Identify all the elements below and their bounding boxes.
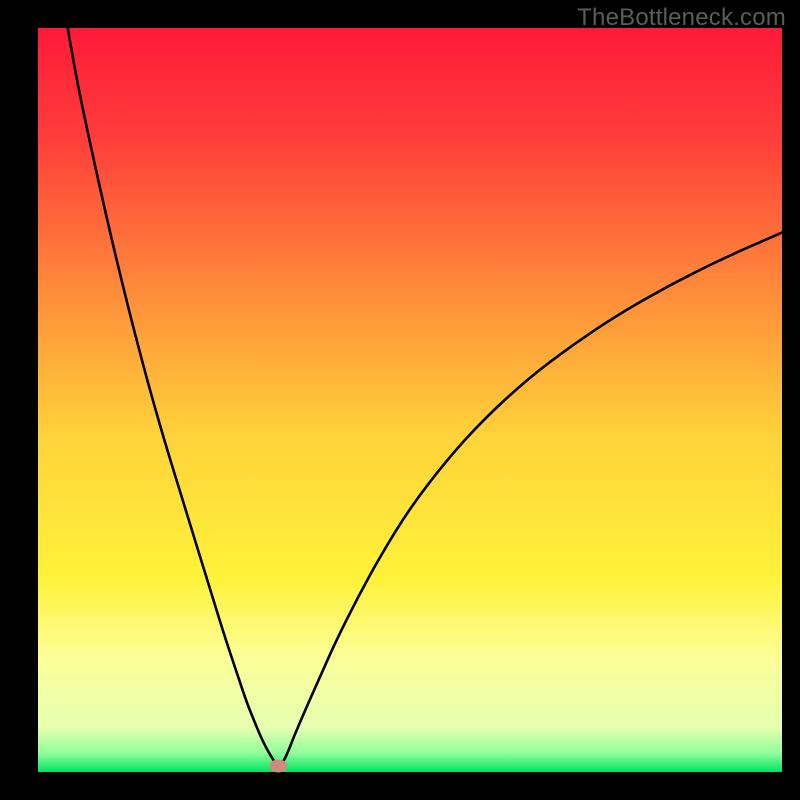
plot-background [38, 28, 782, 772]
watermark-text: TheBottleneck.com [577, 4, 786, 32]
bottleneck-chart [0, 0, 800, 800]
optimal-point-marker [269, 760, 287, 773]
